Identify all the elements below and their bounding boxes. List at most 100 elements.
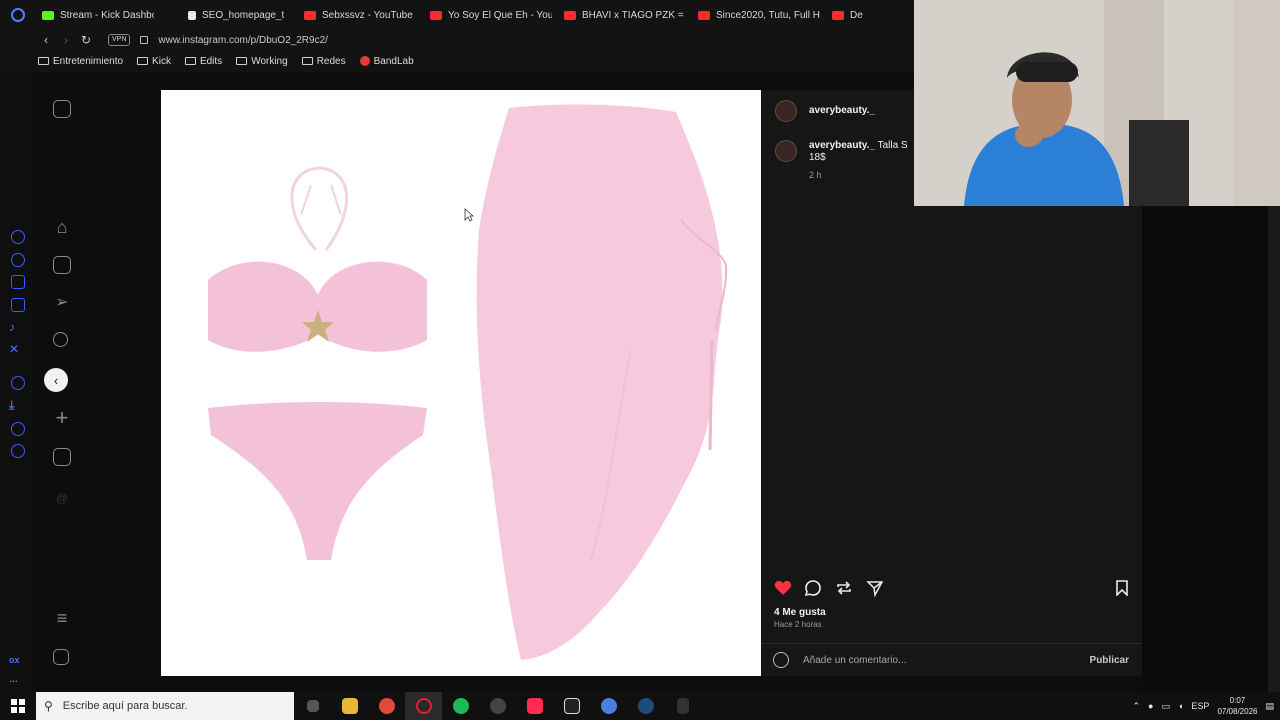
tab-yo-soy-el-que-eh[interactable]: Yo Soy El Que Eh - YouT (424, 0, 558, 30)
previous-post-button[interactable]: ‹ (44, 368, 68, 392)
address-bar: ‹ › ↻ VPN www.instagram.com/p/DbuO2_2R9c… (0, 30, 914, 50)
tab-bhavi-tiago[interactable]: BHAVI x TIAGO PZK = C (558, 0, 692, 30)
task-view-icon[interactable] (294, 692, 331, 720)
steam-icon[interactable] (627, 692, 664, 720)
taskbar-search[interactable]: ⚲ Escribe aquí para buscar. (36, 692, 294, 720)
tab-kick-dashboard[interactable]: Stream - Kick Dashboard (36, 0, 160, 30)
create-icon[interactable]: + (53, 407, 71, 429)
discord-icon[interactable] (11, 275, 25, 289)
comment-input[interactable]: Añade un comentario... (803, 655, 906, 666)
folder-icon (184, 57, 196, 65)
like-count[interactable]: 4 Me gusta (774, 607, 826, 618)
bookmark-kick[interactable]: Kick (137, 56, 171, 67)
author-username[interactable]: averybeauty._ (809, 105, 875, 116)
opera-logo-icon[interactable] (0, 0, 36, 30)
tiktok-icon (188, 10, 196, 20)
bookmark-edits[interactable]: Edits (184, 55, 223, 67)
clock[interactable]: 0:07 07/08/2026 (1217, 695, 1257, 717)
tab-since2020[interactable]: Since2020, Tutu, Full H (692, 0, 826, 30)
avatar[interactable] (775, 140, 797, 162)
extensions-icon[interactable] (11, 422, 25, 436)
menu-icon[interactable]: ≡ (53, 609, 71, 627)
folder-icon (236, 57, 248, 65)
tab-label: De La (850, 9, 866, 21)
folder-icon (38, 57, 49, 65)
downloads-icon[interactable]: ⤓ (9, 398, 14, 413)
share-button[interactable] (865, 578, 885, 598)
vpn-badge[interactable]: VPN (108, 34, 131, 46)
volume-icon[interactable]: ◖ (1178, 701, 1183, 711)
bookmark-working[interactable]: Working (236, 56, 288, 67)
comment-icon (804, 580, 821, 597)
file-explorer-icon[interactable] (331, 692, 368, 720)
reels-icon[interactable] (53, 256, 71, 274)
history-icon[interactable] (11, 376, 25, 390)
notifications-icon[interactable]: ▤ (1265, 701, 1274, 712)
capcut-icon[interactable] (553, 692, 590, 720)
instagram-icon[interactable] (11, 298, 25, 312)
like-button[interactable] (773, 578, 793, 598)
lock-icon[interactable] (140, 36, 149, 44)
epic-games-icon[interactable] (664, 692, 701, 720)
direct-icon[interactable]: ➢ (53, 294, 71, 312)
dashboard-icon[interactable] (53, 448, 71, 466)
spotify-icon[interactable] (442, 692, 479, 720)
repost-icon (837, 581, 851, 595)
tab-de-la[interactable]: De La (826, 0, 872, 30)
home-icon[interactable]: ⌂ (53, 218, 71, 236)
repost-button[interactable] (834, 578, 854, 598)
bookmarks-bar: Entretenimiento Kick Edits Working Redes… (0, 50, 914, 72)
browser-tab-bar: Stream - Kick Dashboard SEO_homepage_tit… (0, 0, 914, 30)
tab-seo-homepage[interactable]: SEO_homepage_title (160, 0, 290, 30)
tab-label: BHAVI x TIAGO PZK = C (582, 9, 686, 21)
bikini-top (208, 261, 427, 352)
microphone-icon[interactable]: ● (1148, 701, 1153, 711)
chrome-icon[interactable] (368, 692, 405, 720)
bookmark-label: Entretenimiento (53, 55, 124, 67)
caption-username[interactable]: averybeauty._ (809, 140, 875, 151)
tab-sebxssvz-youtube[interactable]: Sebxssvz - YouTube (290, 0, 424, 30)
aria-icon[interactable] (11, 230, 25, 244)
language-indicator[interactable]: ESP (1191, 701, 1209, 711)
tiktok-icon[interactable]: ♪ (9, 320, 15, 334)
back-icon[interactable]: ‹ (36, 33, 56, 47)
youtube-icon (430, 10, 442, 20)
x-twitter-icon[interactable]: ✕ (9, 342, 19, 356)
bookmark-entretenimiento[interactable]: Entretenimiento (38, 56, 123, 67)
reload-icon[interactable]: ↻ (76, 33, 96, 47)
bookmark-label: Redes (316, 55, 346, 67)
bookmark-label: Kick (152, 55, 171, 67)
whatsapp-icon[interactable] (11, 253, 25, 267)
bookmark-redes[interactable]: Redes (301, 55, 346, 67)
threads-icon[interactable]: @ (53, 489, 71, 507)
publish-button[interactable]: Publicar (1090, 655, 1129, 666)
tiktok-live-icon[interactable] (516, 692, 553, 720)
search-icon[interactable] (53, 332, 68, 347)
bookmark-label: Working (251, 55, 288, 67)
mouse-cursor-icon (464, 208, 475, 227)
more-apps-icon[interactable] (53, 649, 69, 665)
chrome-profile-icon[interactable] (590, 692, 627, 720)
more-icon[interactable]: … (9, 674, 18, 684)
chevron-up-icon[interactable]: ⌃ (1132, 701, 1140, 712)
network-icon[interactable]: ▭ (1161, 701, 1170, 712)
post-image[interactable] (161, 90, 761, 676)
obs-icon[interactable] (479, 692, 516, 720)
forward-icon[interactable]: › (56, 33, 76, 47)
settings-icon[interactable] (11, 444, 25, 458)
instagram-logo-icon[interactable] (53, 100, 71, 118)
scrollbar[interactable] (1268, 206, 1280, 692)
comment-button[interactable] (803, 578, 823, 598)
emoji-icon[interactable] (773, 652, 789, 668)
youtube-icon (564, 10, 576, 20)
opera-taskbar-icon[interactable] (405, 692, 442, 720)
avatar[interactable] (775, 100, 797, 122)
webcam-overlay (914, 0, 1280, 206)
bookmark-bandlab[interactable]: BandLab (359, 56, 414, 67)
save-button[interactable] (1112, 578, 1132, 598)
webcam-feed (914, 0, 1280, 206)
url-field[interactable]: www.instagram.com/p/DbuO2_2R9c2/ (158, 35, 328, 46)
screen: Stream - Kick Dashboard SEO_homepage_tit… (0, 0, 1280, 720)
bookmark-label: Edits (199, 55, 223, 67)
windows-start-button[interactable] (0, 692, 36, 720)
